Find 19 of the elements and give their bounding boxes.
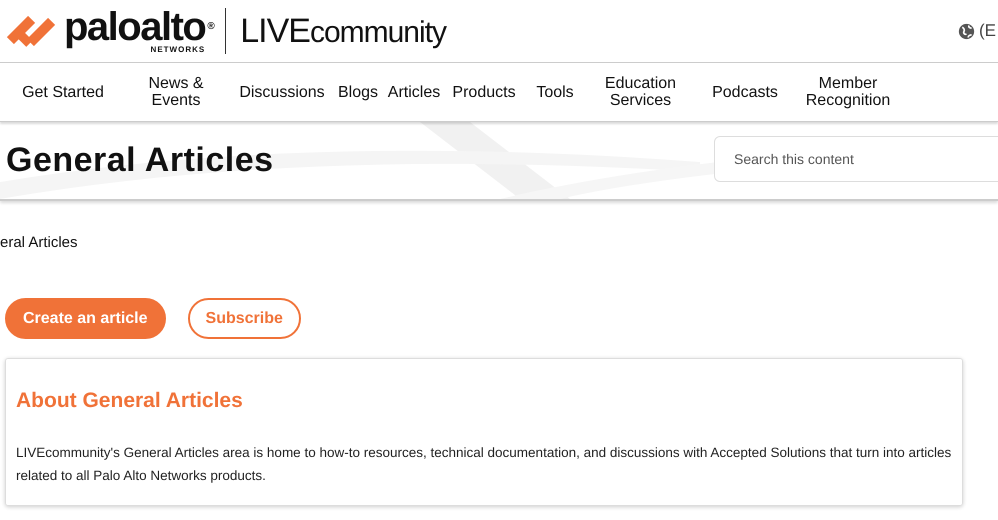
nav-link[interactable]: Articles (384, 84, 444, 100)
nav-link[interactable]: Member Recognition (795, 75, 901, 109)
community-logo: LIVEcommunity (240, 12, 446, 50)
nav-link[interactable]: Discussions (232, 84, 332, 100)
card-title: About General Articles (16, 389, 244, 413)
breadcrumb-link[interactable]: eral Articles (0, 234, 78, 251)
card-description: LIVEcommunity's General Articles area is home to how-to resources, technical documentation, and discussions with Accepted Solutions that turn into articles related to all Palo Alto Networks products. (16, 444, 952, 485)
search-field[interactable]: Search this content (714, 136, 998, 182)
nav-link[interactable]: Tools (524, 84, 586, 100)
nav-link[interactable]: Podcasts (695, 84, 795, 100)
nav-link[interactable]: Get Started (6, 84, 120, 100)
language-selector[interactable]: (E (979, 21, 996, 41)
brand-subtitle: NETWORKS (150, 44, 206, 54)
nav-link[interactable]: Blogs (332, 84, 384, 100)
nav-link[interactable]: Products (444, 84, 524, 100)
nav-link[interactable]: Education Services (586, 75, 695, 109)
nav-link[interactable]: News & Events (120, 75, 232, 109)
globe-icon[interactable] (958, 22, 975, 40)
page-title: General Articles (6, 141, 274, 180)
